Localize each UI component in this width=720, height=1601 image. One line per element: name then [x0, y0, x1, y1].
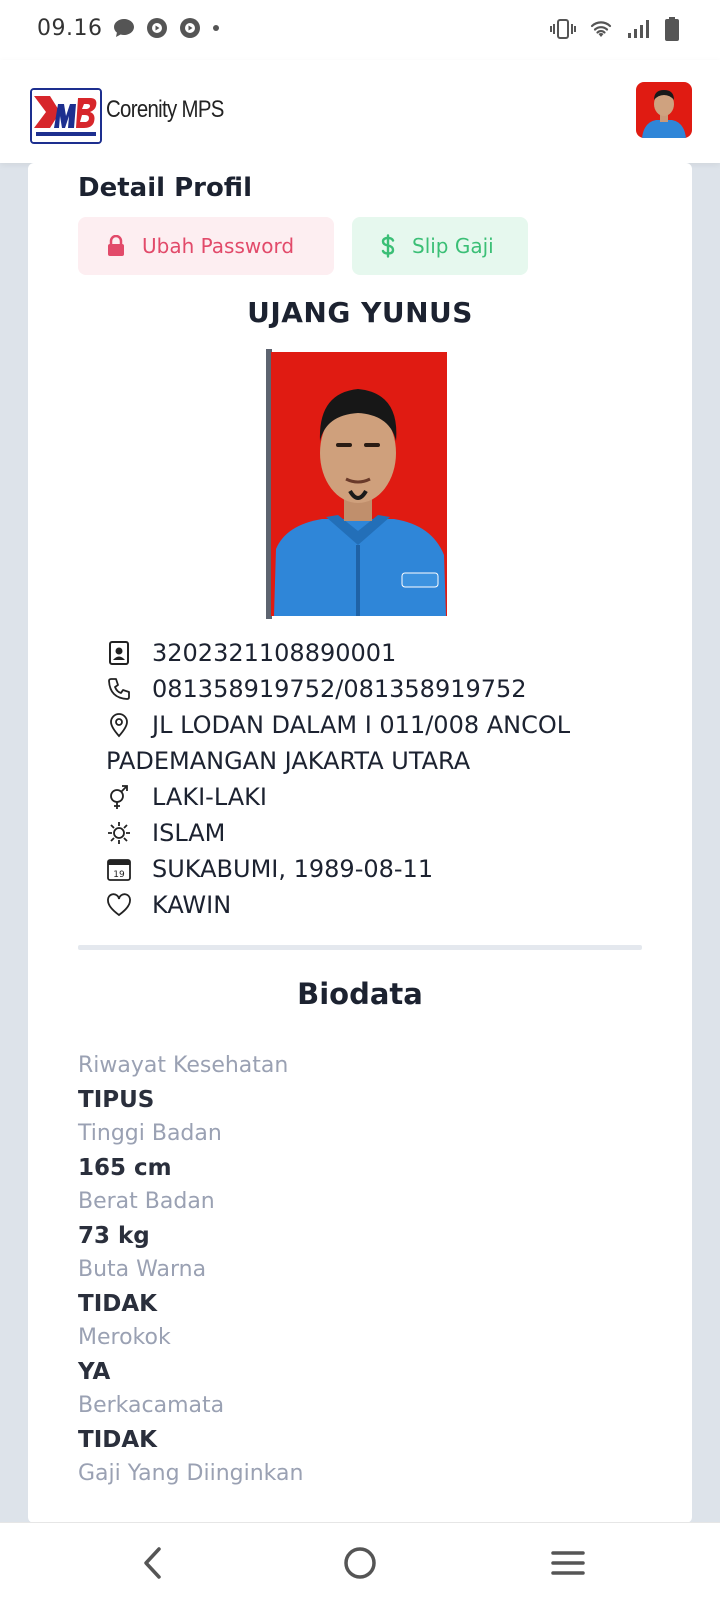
- media-app-icon: [147, 18, 167, 38]
- media-app-icon-2: [180, 18, 200, 38]
- notification-icons: [112, 16, 221, 40]
- marital-row: KAWIN: [106, 887, 666, 923]
- status-bar: 09.16: [0, 0, 720, 60]
- sun-icon: [108, 822, 130, 844]
- wifi-icon: [590, 21, 612, 37]
- bio-value-smoking: YA: [78, 1359, 111, 1385]
- back-button[interactable]: [131, 1541, 175, 1585]
- avatar[interactable]: [636, 82, 692, 138]
- person-name: UJANG YUNUS: [247, 296, 473, 329]
- salary-slip-label: Slip Gaji: [412, 234, 494, 258]
- birth-row: 19 SUKABUMI, 1989-08-11: [106, 851, 666, 887]
- birth-place-date: SUKABUMI, 1989-08-11: [152, 855, 434, 883]
- calendar-icon: 19: [107, 859, 131, 881]
- change-password-button[interactable]: Ubah Password: [78, 217, 334, 275]
- back-icon: [144, 1547, 161, 1579]
- bio-label-weight: Berat Badan: [78, 1189, 215, 1214]
- profile-info-list: 3202321108890001 081358919752/0813589197…: [106, 635, 666, 923]
- change-password-label: Ubah Password: [142, 234, 295, 258]
- heart-icon: [107, 893, 131, 917]
- bio-label-color-blind: Buta Warna: [78, 1257, 207, 1282]
- home-icon: [344, 1547, 376, 1579]
- id-number-row: 3202321108890001: [106, 635, 666, 671]
- religion-row: ISLAM: [106, 815, 666, 851]
- signal-icon: [628, 20, 649, 38]
- status-time: 09.16: [37, 16, 103, 41]
- bio-label-smoking: Merokok: [78, 1325, 171, 1350]
- lock-icon: [108, 235, 124, 256]
- bio-value-color-blind: TIDAK: [78, 1291, 157, 1317]
- app-header: Corenity MPS: [0, 60, 720, 163]
- menu-icon: [551, 1551, 585, 1575]
- phone-number: 081358919752/081358919752: [152, 675, 527, 703]
- home-button[interactable]: [338, 1541, 382, 1585]
- navigation-bar: [0, 1522, 720, 1601]
- bio-label-height: Tinggi Badan: [78, 1121, 222, 1146]
- battery-icon: [665, 17, 679, 41]
- biodata-title: Biodata: [297, 977, 423, 1011]
- bio-value-expected-salary: [78, 1491, 658, 1525]
- system-icons: [550, 16, 680, 42]
- phone-row: 081358919752/081358919752: [106, 671, 666, 707]
- bio-label-glasses: Berkacamata: [78, 1393, 225, 1418]
- phone-icon: [108, 678, 130, 700]
- id-number: 3202321108890001: [152, 639, 397, 667]
- svg-text:19: 19: [113, 870, 125, 880]
- address-row: JL LODAN DALAM I 011/008 ANCOL PADEMANGA…: [106, 707, 666, 779]
- bio-label-expected-salary: Gaji Yang Diinginkan: [78, 1461, 304, 1486]
- app-title: Corenity MPS: [106, 96, 224, 123]
- company-logo[interactable]: [30, 88, 102, 144]
- gender-icon: [110, 785, 128, 809]
- section-divider: [78, 945, 642, 950]
- menu-button[interactable]: [546, 1541, 590, 1585]
- address: JL LODAN DALAM I 011/008 ANCOL PADEMANGA…: [106, 711, 571, 775]
- location-pin-icon: [110, 713, 128, 738]
- bio-value-glasses: TIDAK: [78, 1427, 157, 1453]
- salary-slip-button[interactable]: Slip Gaji: [352, 217, 528, 275]
- dollar-icon: [381, 234, 395, 258]
- bio-label-health: Riwayat Kesehatan: [78, 1053, 289, 1078]
- section-title: Detail Profil: [78, 173, 252, 203]
- id-card-icon: [109, 641, 129, 665]
- vibrate-icon: [550, 19, 576, 39]
- dot-icon: [213, 25, 219, 31]
- profile-photo: [266, 349, 450, 619]
- bio-value-height: 165 cm: [78, 1155, 172, 1181]
- biodata-list: Riwayat Kesehatan TIPUS Tinggi Badan 165…: [78, 1049, 658, 1525]
- chat-bubble-icon: [114, 19, 134, 37]
- bio-value-health: TIPUS: [78, 1087, 155, 1113]
- gender-row: LAKI-LAKI: [106, 779, 666, 815]
- bio-value-weight: 73 kg: [78, 1223, 150, 1249]
- profile-card: Detail Profil Ubah Password Slip Gaji UJ…: [28, 163, 692, 1523]
